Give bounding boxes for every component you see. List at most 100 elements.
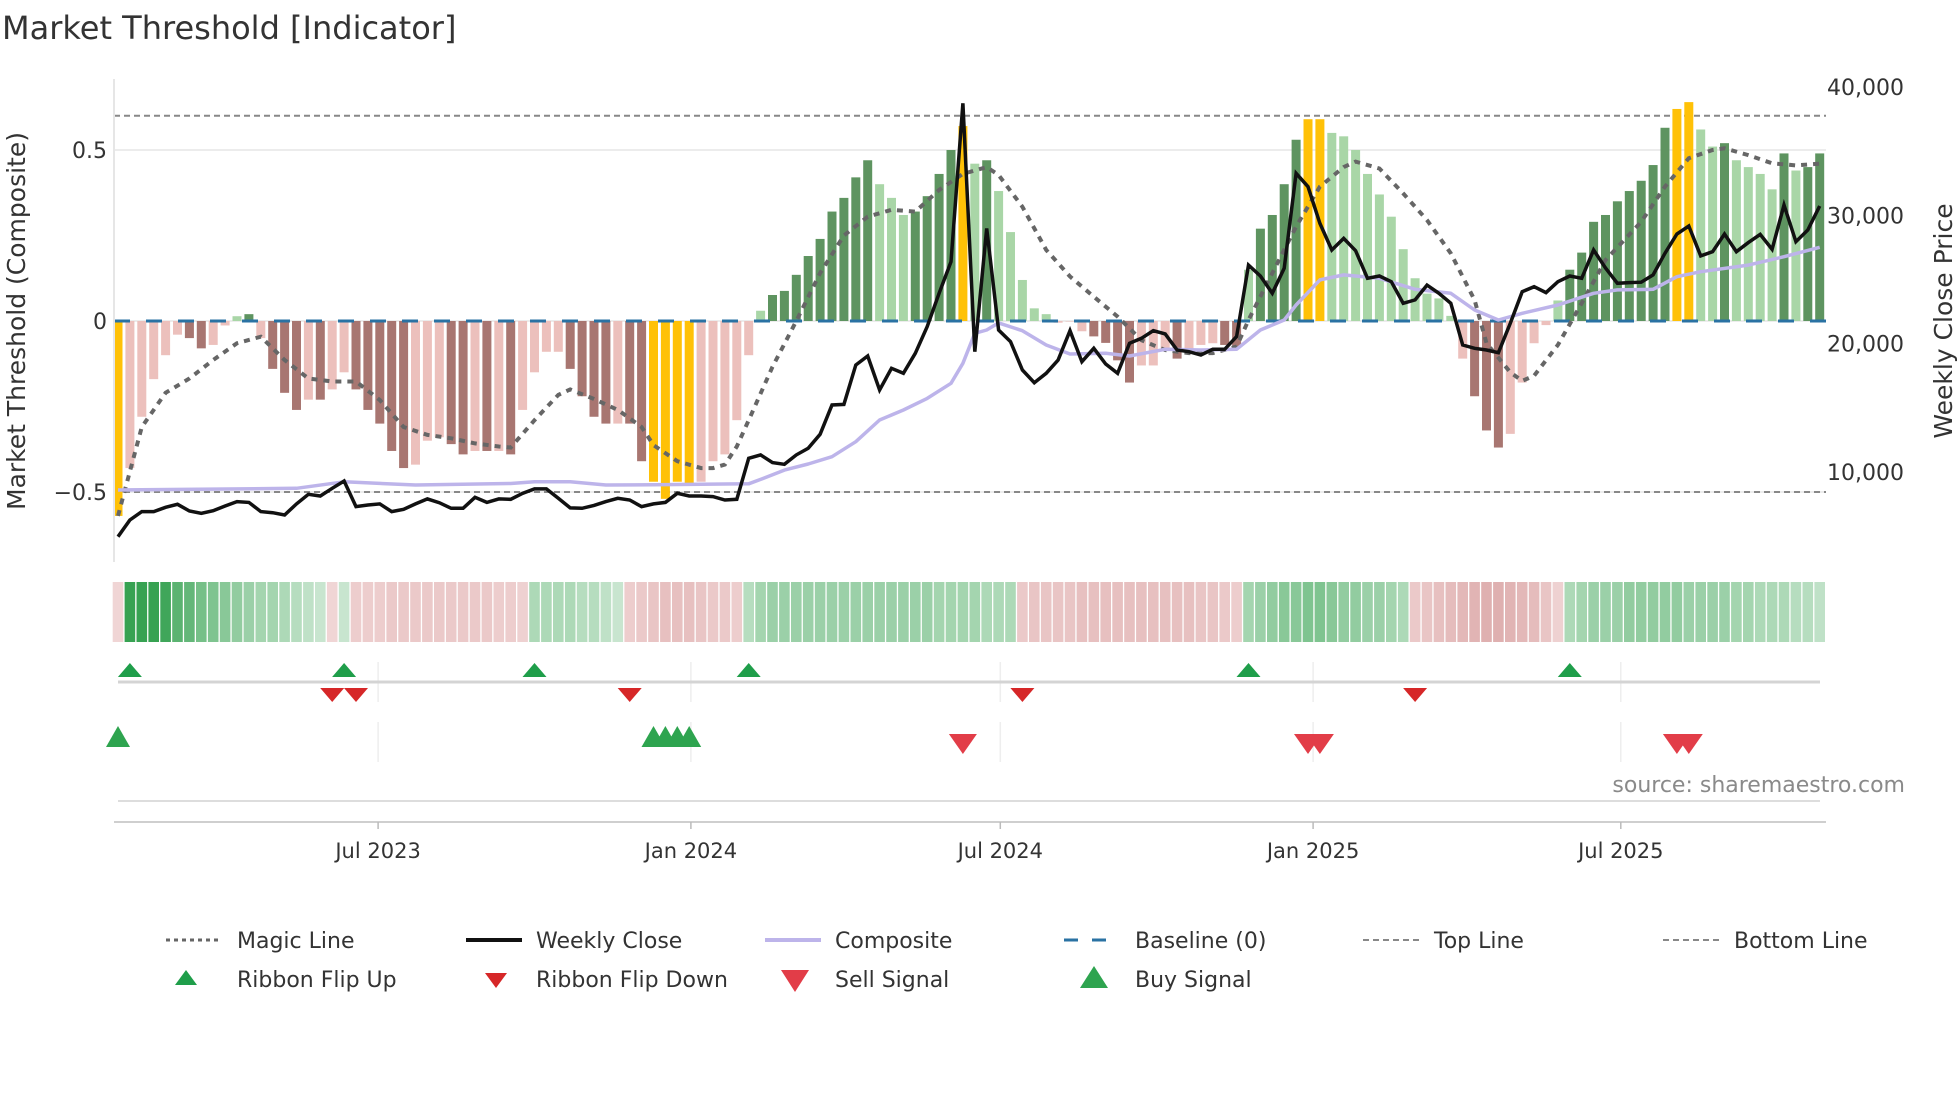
composite-bar [756,310,766,321]
ribbon-cell [1290,582,1302,642]
composite-bar [1767,189,1777,321]
ribbon-flip-down-marker [617,688,642,702]
composite-bar [232,316,242,321]
ribbon-cell [1267,582,1278,642]
ribbon-cell [1588,582,1599,642]
composite-bar [1386,216,1396,321]
x-tick-label: Jul 2025 [1576,839,1663,863]
ribbon-cell [779,582,790,642]
composite-bar [1529,321,1539,344]
ribbon-cell [1457,582,1468,642]
composite-bar [1196,321,1206,345]
composite-bar [411,321,420,465]
ribbon-cell [695,582,707,642]
ribbon-cell [1469,582,1480,642]
ribbon-cell [362,582,374,642]
composite-bar [1101,321,1111,343]
ribbon-cell [767,582,778,642]
composite-bar [541,321,551,352]
composite-bar [1351,150,1361,321]
ribbon-flip-up-marker [117,663,142,677]
ribbon-cell [481,582,493,642]
ribbon-cell [648,582,659,642]
ribbon-flip-up-marker [736,663,761,677]
legend-label: Top Line [1433,929,1524,954]
composite-bar [458,321,468,455]
ribbon-cell [898,582,909,642]
ribbon-cell [1802,582,1814,642]
ribbon-cell [921,582,933,642]
legend-label: Sell Signal [835,968,949,993]
legend-label: Baseline (0) [1135,929,1266,954]
composite-bar [839,197,849,321]
ribbon-cell [1362,582,1373,642]
ribbon [112,582,1825,642]
ribbon-flip-up-marker [522,663,547,677]
composite-bar [1779,153,1789,321]
ribbon-cell [1302,582,1314,642]
composite-bar [1708,146,1718,321]
ribbon-cell [1659,582,1671,642]
ribbon-cell [326,582,338,642]
ribbon-cell [1064,582,1076,642]
ribbon-cell [1183,582,1195,642]
composite-bar [125,321,135,469]
ribbon-cell [1528,582,1540,642]
ribbon-cell [267,582,278,642]
triangle-down-icon [485,973,507,988]
composite-bar [637,321,647,462]
ribbon-cell [541,582,552,642]
ribbon-cell [1374,582,1385,642]
ribbon-cell [243,582,255,642]
legend-label: Ribbon Flip Down [536,968,728,993]
ribbon-flip-up-marker [332,663,357,677]
composite-bar [1327,132,1337,321]
ribbon-cell [517,582,528,642]
composite-bar [446,321,456,445]
ribbon-cell [862,582,873,642]
composite-bar [1803,167,1813,321]
ribbon-cell [624,582,635,642]
composite-bar [553,321,563,352]
ribbon-cell [600,582,612,642]
ribbon-cell [743,582,754,642]
legend-item-composite: Composite [765,929,952,954]
composite-bar [387,321,397,451]
ribbon-flip-down-marker [344,688,368,702]
legend-item-baseline: Baseline (0) [1064,929,1266,954]
composite-bar [1374,194,1384,321]
ribbon-cell [755,582,766,642]
ribbon-cell [1683,582,1695,642]
legend-label: Ribbon Flip Up [237,968,397,993]
ribbon-cell [374,582,386,642]
ribbon-cell [338,582,350,642]
ribbon-cell [802,582,814,642]
composite-bar [1577,252,1587,321]
triangle-up-icon [175,970,197,985]
ribbon-cell [136,582,148,642]
composite-bar [779,290,789,321]
ribbon-cell [1255,582,1266,642]
x-tick-label: Jan 2025 [1265,839,1360,863]
composite-bar [1089,321,1099,337]
composite-line [117,245,1821,492]
composite-bar [506,321,516,455]
ribbon-cell [1076,582,1088,642]
ribbon-cell [1600,582,1611,642]
source-label: source: sharemaestro.com [1612,773,1905,798]
composite-bar [1541,321,1551,326]
ribbon-cell [1778,582,1790,642]
composite-bar [684,321,694,486]
composite-bar [887,197,896,321]
legend-item-ribbon-flip-down: Ribbon Flip Down [485,968,728,993]
composite-bar [696,321,706,482]
ribbon-cell [826,582,838,642]
composite-bar [1672,108,1682,322]
ribbon-cell [553,582,564,642]
composite-bar [589,321,599,417]
ribbon-flip-up-marker [1557,663,1582,677]
composite-bar [625,321,635,424]
legend-label: Magic Line [237,929,354,954]
buy-signal-marker [106,726,130,747]
ribbon-cell [957,582,969,642]
